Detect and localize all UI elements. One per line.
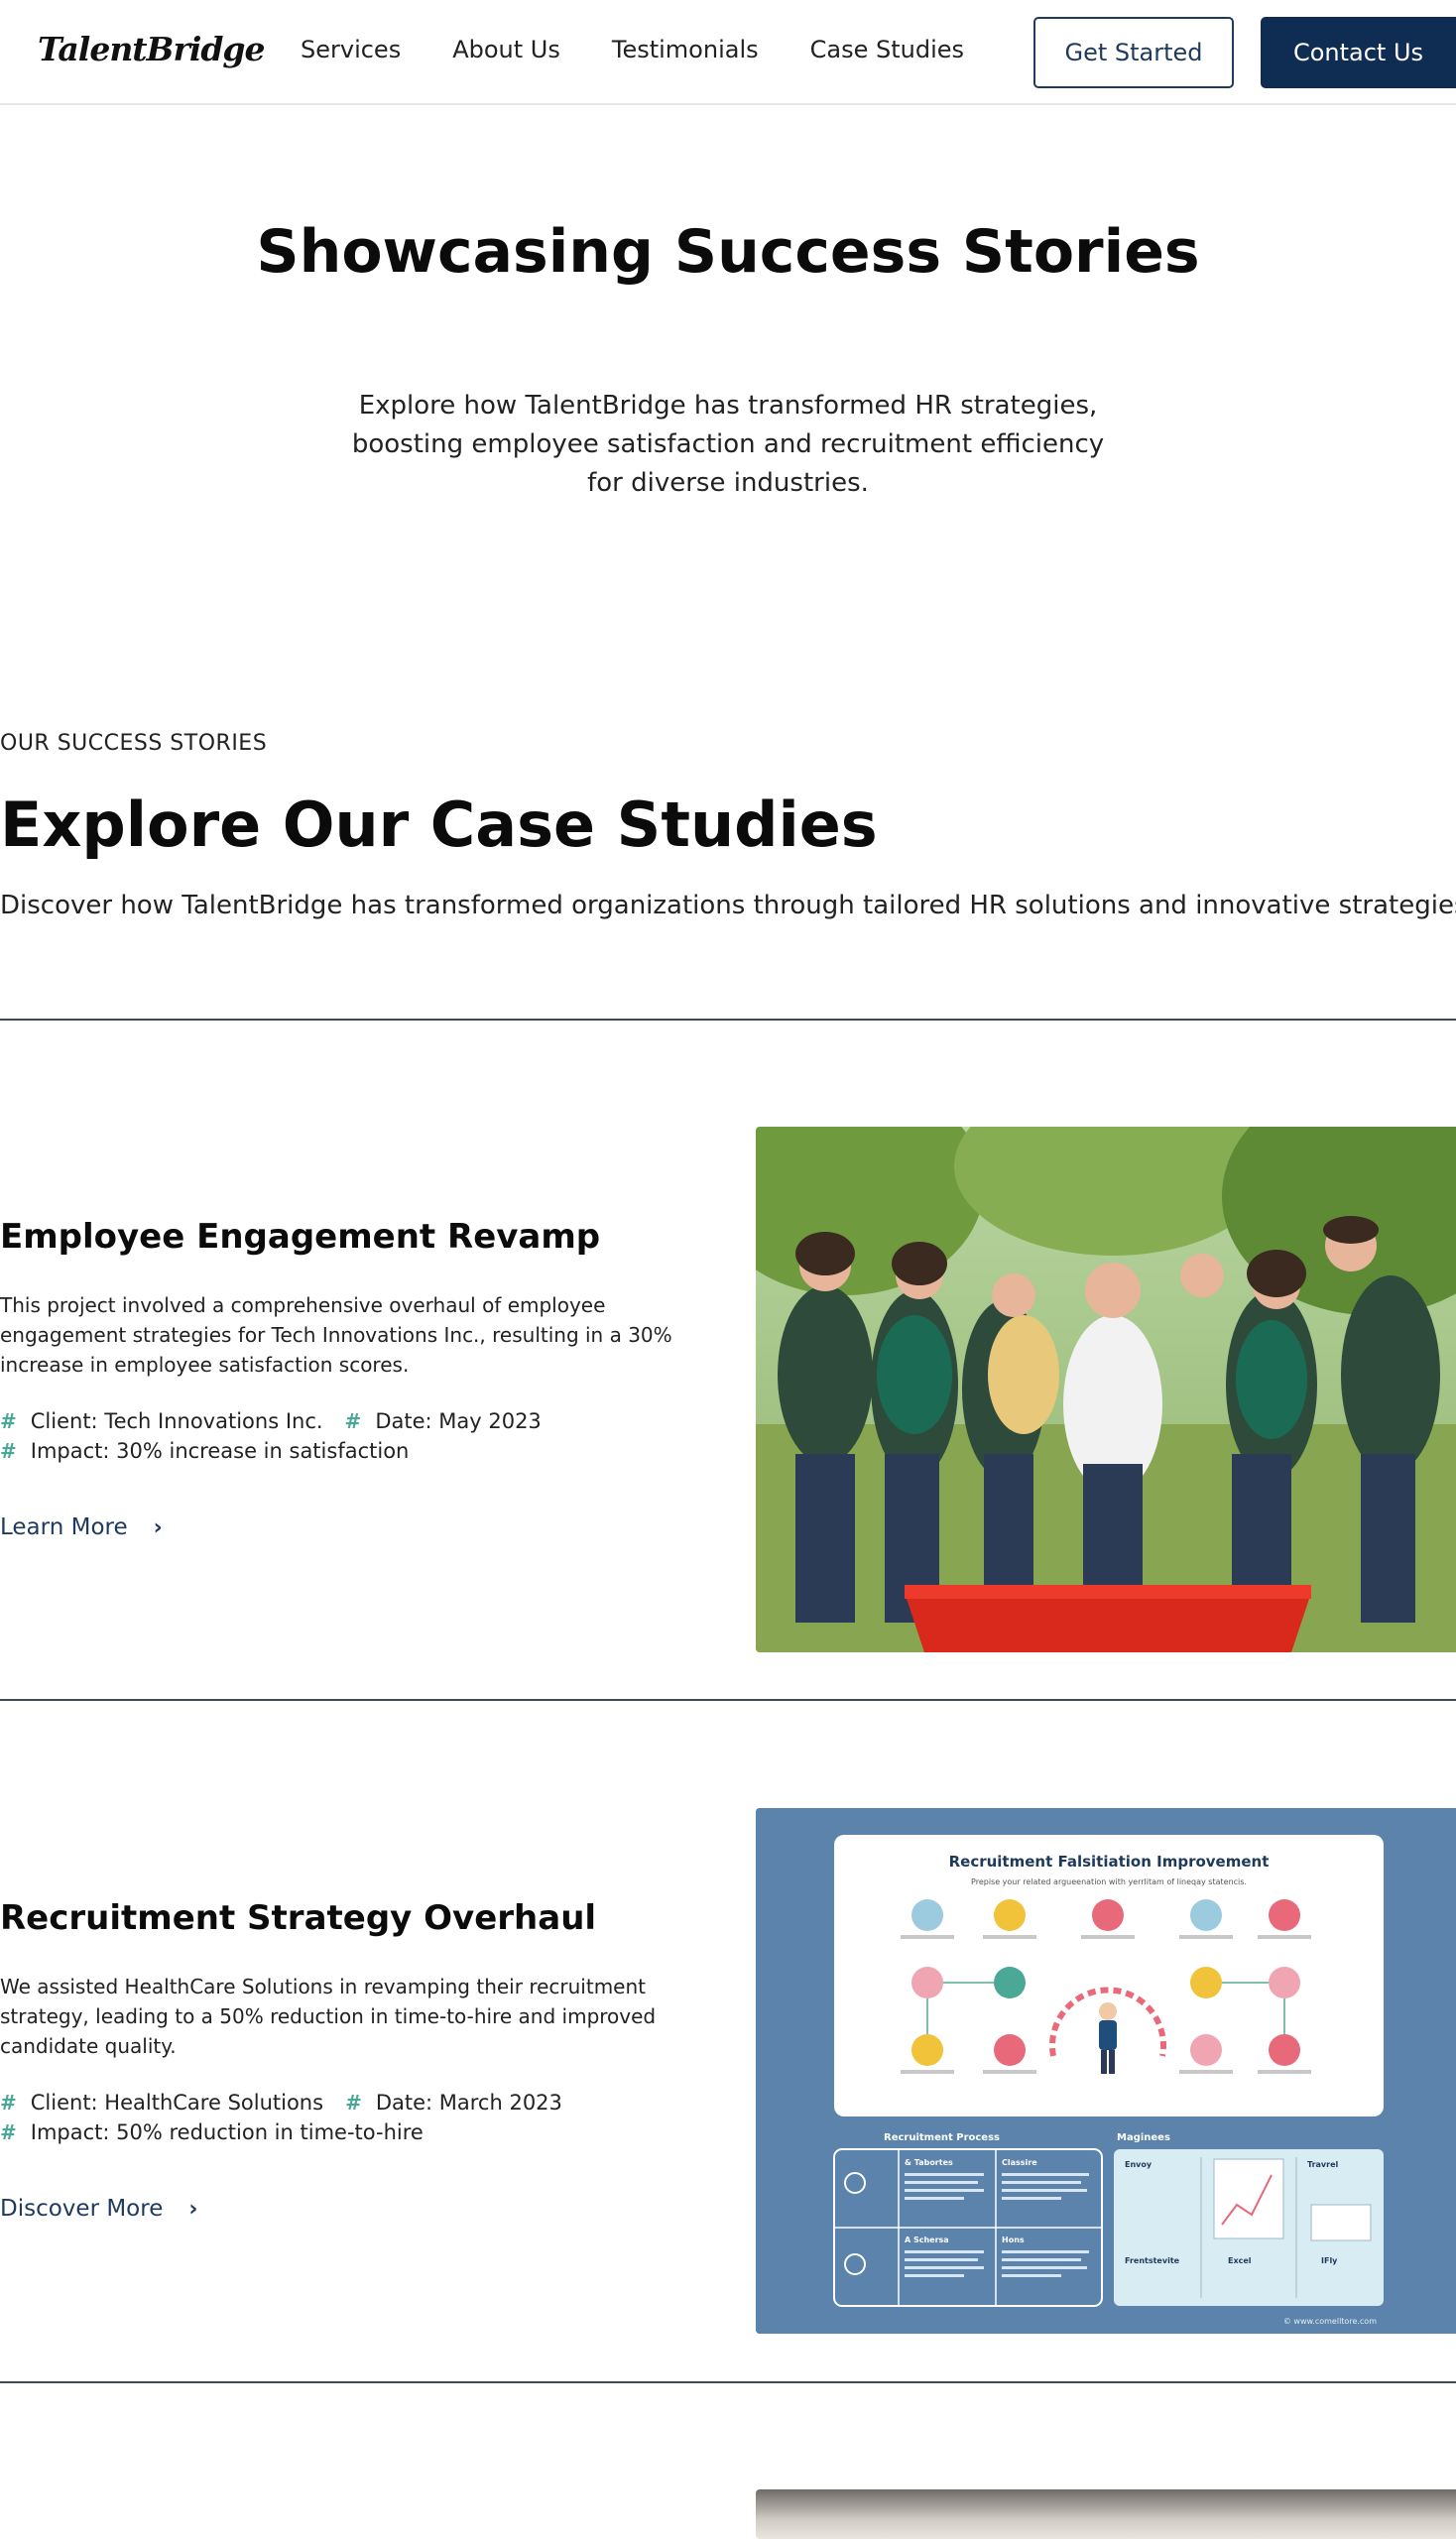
hero-title: Showcasing Success Stories: [256, 217, 1200, 287]
process-label: Recruitment Process: [884, 2132, 1000, 2143]
case-divider: [0, 2381, 1456, 2383]
section-divider: [0, 1019, 1456, 1021]
case-divider: [0, 1699, 1456, 1701]
hash-icon: #: [0, 1409, 17, 1433]
nav-link-about-us[interactable]: About Us: [452, 36, 560, 63]
nav-link-testimonials[interactable]: Testimonials: [612, 36, 759, 63]
magines-cell: Travrel: [1307, 2160, 1339, 2169]
magines-label: Maginees: [1117, 2132, 1170, 2143]
magines-cell: Envoy: [1125, 2160, 1153, 2169]
case-meta-row: # Client: Tech Innovations Inc. # Date: Ma…: [0, 1409, 563, 1433]
nav-link-case-studies[interactable]: Case Studies: [810, 36, 964, 63]
case-impact-row: # Impact: 30% increase in satisfaction: [0, 1439, 430, 1463]
section-subtitle: Discover how TalentBridge has transforme…: [0, 891, 1456, 920]
process-cell: & Tabortes: [905, 2158, 953, 2167]
chevron-right-icon: ›: [188, 2196, 198, 2222]
case-impact-row: # Impact: 50% reduction in time-to-hire: [0, 2120, 445, 2144]
discover-more-link[interactable]: Discover More ›: [0, 2196, 197, 2222]
hash-icon: #: [0, 2120, 17, 2144]
top-navigation: TalentBridge Services About Us Testimoni…: [0, 0, 1456, 105]
hash-icon: #: [0, 2091, 17, 2115]
hash-icon: #: [345, 2091, 362, 2115]
infographic-title: Recruitment Falsitiation Improvement: [949, 1853, 1270, 1871]
case-date-text: Date: May 2023: [375, 1409, 542, 1433]
case-impact-text: Impact: 50% reduction in time-to-hire: [30, 2120, 424, 2144]
team-engagement-photo: [756, 1127, 1456, 1652]
nav-link-services[interactable]: Services: [301, 36, 401, 63]
case-date-text: Date: March 2023: [375, 2091, 562, 2115]
brand-logo[interactable]: TalentBridge: [38, 30, 266, 68]
recruitment-infographic: Recruitment Falsitiation Improvement Pre…: [756, 1808, 1456, 2334]
magines-cell: Frentstevite: [1125, 2256, 1180, 2265]
case-description: We assisted HealthCare Solutions in reva…: [0, 1975, 657, 2058]
case-title: Recruitment Strategy Overhaul: [0, 1898, 597, 1938]
hash-icon: #: [344, 1409, 362, 1433]
case-client-text: Client: Tech Innovations Inc.: [30, 1409, 323, 1433]
case-client: # Client: Tech Innovations Inc.: [0, 1409, 323, 1433]
case-date: # Date: May 2023: [345, 1409, 542, 1433]
case-impact-text: Impact: 30% increase in satisfaction: [30, 1439, 410, 1463]
magines-cell: IFly: [1321, 2256, 1338, 2265]
nav-links: Services About Us Testimonials Case Stud…: [301, 36, 1016, 63]
case-meta-row: # Client: HealthCare Solutions # Date: Mar…: [0, 2091, 584, 2115]
infographic-subtitle: Prepise your related argueenation with y…: [971, 1877, 1247, 1886]
case-impact: # Impact: 30% increase in satisfaction: [0, 1439, 409, 1463]
learn-more-link[interactable]: Learn More ›: [0, 1514, 163, 1540]
case-client: # Client: HealthCare Solutions: [0, 2091, 323, 2115]
case-date: # Date: March 2023: [345, 2091, 562, 2115]
magines-cell: Excel: [1228, 2256, 1252, 2265]
case-impact: # Impact: 50% reduction in time-to-hire: [0, 2120, 424, 2144]
case-description: This project involved a comprehensive ov…: [0, 1293, 672, 1377]
office-photo: [756, 2489, 1456, 2539]
recruitment-infographic-illustration: Recruitment Falsitiation Improvement Pre…: [756, 1808, 1456, 2334]
get-started-button[interactable]: Get Started: [1033, 17, 1234, 88]
case-title: Employee Engagement Revamp: [0, 1217, 601, 1257]
contact-us-button[interactable]: Contact Us: [1261, 17, 1456, 88]
hash-icon: #: [0, 1439, 17, 1463]
case-client-text: Client: HealthCare Solutions: [30, 2091, 324, 2115]
process-cell: A Schersa: [905, 2236, 949, 2244]
learn-more-label: Learn More: [0, 1514, 128, 1540]
chevron-right-icon: ›: [153, 1514, 163, 1540]
hero-subtitle: Explore how TalentBridge has transformed…: [351, 391, 1105, 498]
discover-more-label: Discover More: [0, 2196, 164, 2222]
team-engagement-illustration: [756, 1127, 1456, 1652]
process-cell: Hons: [1002, 2236, 1025, 2244]
process-cell: Classire: [1002, 2158, 1037, 2167]
infographic-footer: © www.comelltore.com: [1283, 2317, 1377, 2326]
section-title: Explore Our Case Studies: [0, 788, 878, 861]
section-eyebrow: OUR SUCCESS STORIES: [0, 731, 268, 756]
